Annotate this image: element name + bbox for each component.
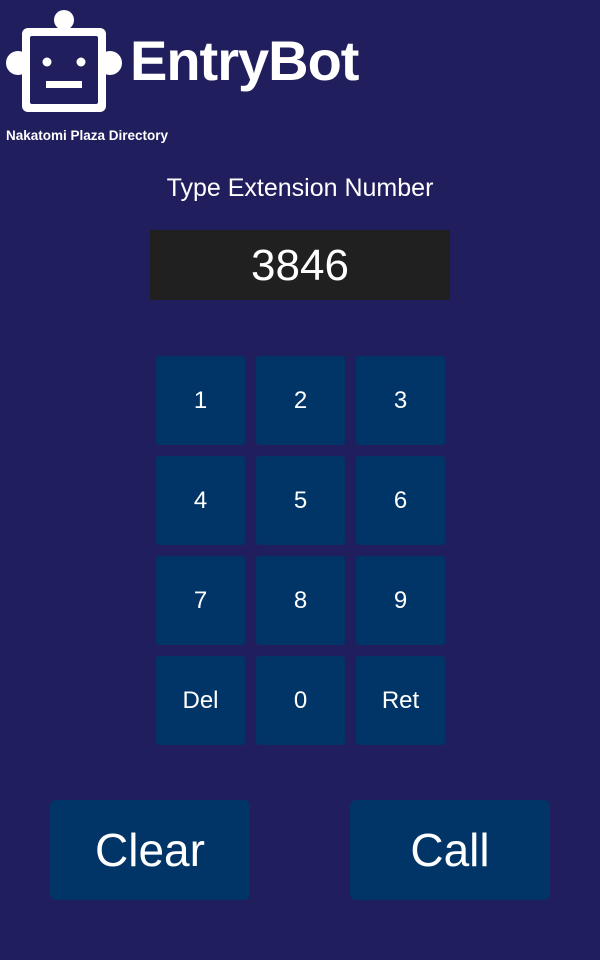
delete-key[interactable]: Del <box>156 656 245 745</box>
extension-display: 3846 <box>150 230 450 300</box>
key-2[interactable]: 2 <box>256 356 345 445</box>
app-title: EntryBot <box>130 29 359 92</box>
extension-prompt: Type Extension Number <box>166 174 434 202</box>
key-6[interactable]: 6 <box>356 456 445 545</box>
key-1[interactable]: 1 <box>156 356 245 445</box>
call-button[interactable]: Call <box>350 800 550 900</box>
key-7[interactable]: 7 <box>156 556 245 645</box>
key-4[interactable]: 4 <box>156 456 245 545</box>
clear-button[interactable]: Clear <box>50 800 250 900</box>
key-3[interactable]: 3 <box>356 356 445 445</box>
app-subtitle: Nakatomi Plaza Directory <box>6 128 169 143</box>
key-8[interactable]: 8 <box>256 556 345 645</box>
key-5[interactable]: 5 <box>256 456 345 545</box>
key-9[interactable]: 9 <box>356 556 445 645</box>
return-key[interactable]: Ret <box>356 656 445 745</box>
robot-face-icon <box>6 10 122 112</box>
key-0[interactable]: 0 <box>256 656 345 745</box>
